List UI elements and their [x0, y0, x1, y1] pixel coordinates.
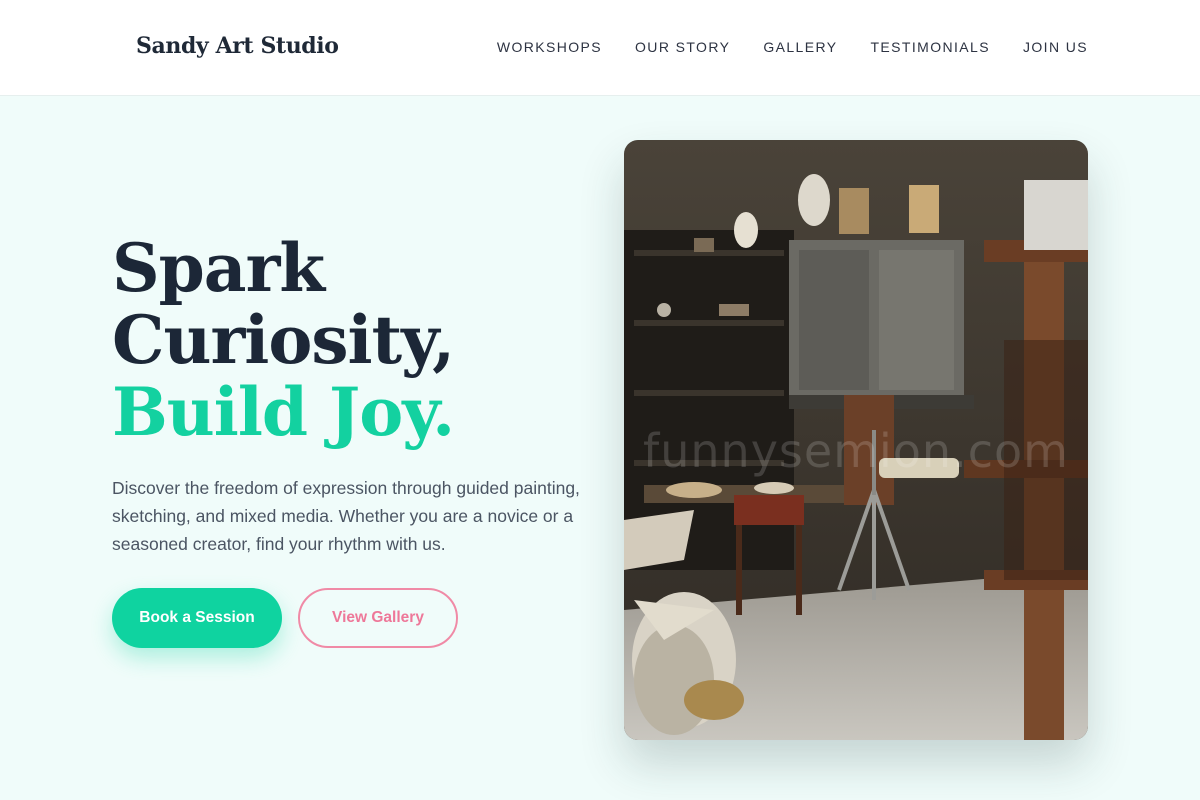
main-nav: WORKSHOPS OUR STORY GALLERY TESTIMONIALS…	[497, 39, 1088, 55]
book-session-button[interactable]: Book a Session	[112, 588, 282, 648]
nav-item-gallery[interactable]: GALLERY	[763, 39, 837, 55]
hero-title-line-1: Spark	[112, 229, 325, 307]
image-watermark: funnysemion.com	[643, 424, 1069, 478]
nav-item-our-story[interactable]: OUR STORY	[635, 39, 730, 55]
nav-item-testimonials[interactable]: TESTIMONIALS	[870, 39, 989, 55]
hero-title-line-2: Curiosity,	[112, 301, 455, 379]
brand-logo[interactable]: Sandy Art Studio	[136, 33, 339, 59]
nav-item-workshops[interactable]: WORKSHOPS	[497, 39, 602, 55]
hero-description: Discover the freedom of expression throu…	[112, 478, 580, 554]
studio-photo: funnysemion.com	[624, 140, 1088, 740]
nav-item-join-us[interactable]: JOIN US	[1023, 39, 1088, 55]
top-navigation-bar: Sandy Art Studio WORKSHOPS OUR STORY GAL…	[0, 0, 1200, 96]
hero-title-accent-line: Build Joy.	[112, 373, 455, 451]
hero-title: Spark Curiosity, Build Joy.	[112, 229, 455, 451]
view-gallery-button[interactable]: View Gallery	[298, 588, 458, 648]
